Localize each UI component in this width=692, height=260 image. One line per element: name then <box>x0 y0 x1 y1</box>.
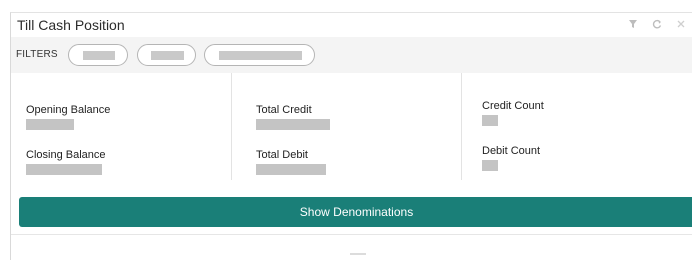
filters-label: FILTERS <box>16 49 58 60</box>
widget-title-bar: Till Cash Position <box>11 13 692 37</box>
filter-chip-3-value <box>219 51 302 60</box>
closing-balance-value <box>26 164 102 175</box>
total-credit-value <box>256 119 330 130</box>
credit-count-stat: Credit Count <box>482 100 544 126</box>
total-debit-label: Total Debit <box>256 149 308 161</box>
filter-chip-2-value <box>151 51 184 60</box>
till-cash-position-widget: Till Cash Position FILTERS Opening Balan… <box>10 12 692 260</box>
counts-column: Credit Count Debit Count <box>461 73 692 180</box>
total-credit-stat: Total Credit <box>256 104 330 130</box>
filter-chip-3[interactable] <box>204 44 315 66</box>
resize-handle[interactable] <box>350 253 366 255</box>
credit-count-label: Credit Count <box>482 100 544 112</box>
balance-column: Opening Balance Closing Balance <box>11 73 232 180</box>
opening-balance-value <box>26 119 74 130</box>
total-credit-label: Total Credit <box>256 104 312 116</box>
debit-count-label: Debit Count <box>482 145 541 157</box>
filter-chip-1[interactable] <box>68 44 128 66</box>
totals-column: Total Credit Total Debit <box>231 73 462 180</box>
filter-chip-1-value <box>83 51 115 60</box>
filter-bar: FILTERS <box>11 37 692 73</box>
filter-icon[interactable] <box>628 19 638 29</box>
opening-balance-label: Opening Balance <box>26 104 111 116</box>
closing-balance-stat: Closing Balance <box>26 149 106 175</box>
filter-chip-2[interactable] <box>137 44 196 66</box>
page-top-edge <box>0 0 692 12</box>
close-icon[interactable] <box>676 19 686 29</box>
bottom-divider <box>11 234 692 235</box>
debit-count-stat: Debit Count <box>482 145 540 171</box>
opening-balance-stat: Opening Balance <box>26 104 110 130</box>
widget-title: Till Cash Position <box>17 17 125 33</box>
refresh-icon[interactable] <box>652 19 662 29</box>
credit-count-value <box>482 115 498 126</box>
show-denominations-button[interactable]: Show Denominations <box>19 197 692 227</box>
closing-balance-label: Closing Balance <box>26 149 106 161</box>
total-debit-value <box>256 164 326 175</box>
balance-summary: Opening Balance Closing Balance Total Cr… <box>11 73 692 185</box>
total-debit-stat: Total Debit <box>256 149 326 175</box>
debit-count-value <box>482 160 498 171</box>
widget-tools <box>628 19 686 29</box>
